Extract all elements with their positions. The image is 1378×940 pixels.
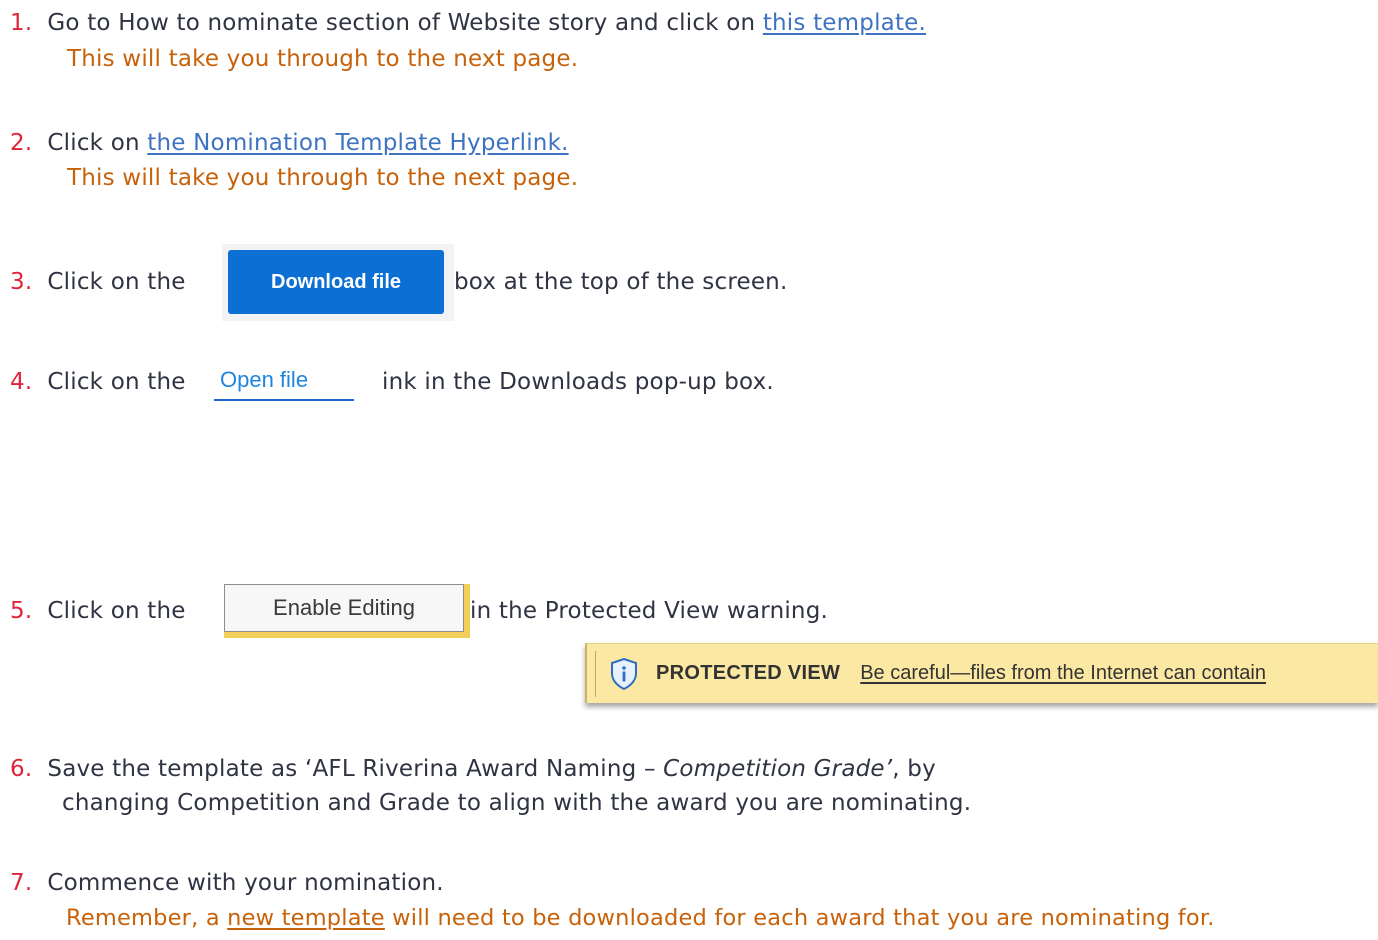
step-2-note: This will take you through to the next p… — [67, 165, 579, 191]
step-number: 1. — [10, 10, 33, 36]
step-italic-text: Competition Grade’ — [663, 756, 893, 782]
step-number: 3. — [10, 269, 33, 295]
download-file-button[interactable]: Download file — [228, 250, 444, 314]
nomination-template-hyperlink[interactable]: the Nomination Template Hyperlink. — [147, 130, 568, 156]
enable-editing-button[interactable]: Enable Editing — [224, 584, 464, 632]
step-number: 4. — [10, 369, 33, 395]
new-template-link[interactable]: new template — [227, 905, 385, 931]
step-4-text-after: ink in the Downloads pop-up box. — [382, 369, 774, 395]
this-template-link[interactable]: this template. — [763, 10, 926, 36]
protected-view-message[interactable]: Be careful—files from the Internet can c… — [860, 662, 1266, 685]
step-3-line: 3. Click on the — [10, 267, 186, 297]
note-text-after: will need to be downloaded for each awar… — [384, 905, 1215, 931]
step-text: Click on the — [47, 369, 186, 395]
protected-view-title: PROTECTED VIEW — [656, 662, 841, 684]
step-2-line: 2. Click on the Nomination Template Hype… — [10, 128, 569, 158]
step-number: 5. — [10, 598, 33, 624]
step-text: Commence with your nomination. — [47, 870, 444, 896]
enable-editing-screenshot: Enable Editing — [224, 584, 470, 638]
step-number: 7. — [10, 870, 33, 896]
step-4-line: 4. Click on the — [10, 367, 186, 397]
step-1-note: This will take you through to the next p… — [67, 46, 579, 72]
step-text: Click on the — [47, 269, 186, 295]
step-text: Save the template as ‘AFL Riverina Award… — [47, 756, 664, 782]
note-text: Remember, a — [66, 905, 228, 931]
protected-view-bar: PROTECTED VIEW Be careful—files from the… — [585, 643, 1378, 703]
step-text: Click on the — [47, 598, 186, 624]
download-file-screenshot: Download file — [222, 244, 454, 321]
step-text: Go to How to nominate section of Website… — [47, 10, 763, 36]
step-number: 6. — [10, 756, 33, 782]
open-file-link[interactable]: Open file — [214, 365, 354, 401]
step-7-note: Remember, a new template will need to be… — [66, 903, 1215, 933]
step-1-line: 1. Go to How to nominate section of Webs… — [10, 8, 926, 38]
divider — [595, 650, 596, 697]
step-3-text-after: box at the top of the screen. — [454, 269, 788, 295]
step-6-line-2: changing Competition and Grade to align … — [62, 790, 972, 816]
step-7-line: 7. Commence with your nomination. — [10, 868, 444, 898]
step-5-line: 5. Click on the — [10, 596, 186, 626]
info-shield-icon — [611, 657, 637, 690]
step-text: Click on — [47, 130, 148, 156]
step-text-after: , by — [892, 756, 936, 782]
step-5-text-after: in the Protected View warning. — [470, 598, 829, 624]
step-6-line: 6. Save the template as ‘AFL Riverina Aw… — [10, 754, 936, 784]
step-number: 2. — [10, 130, 33, 156]
